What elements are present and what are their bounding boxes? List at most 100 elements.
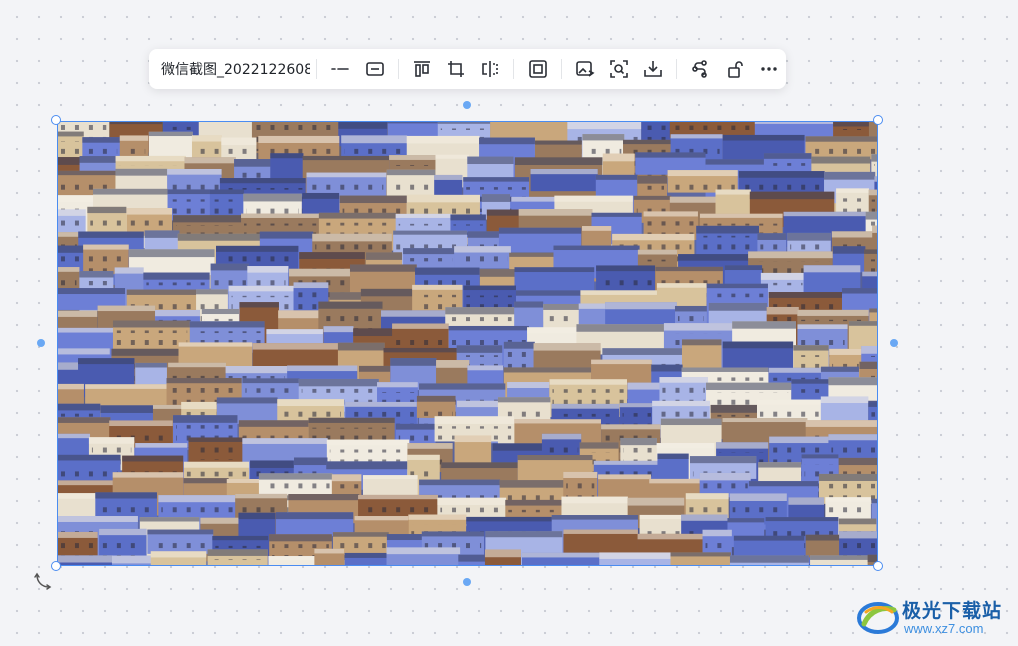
roof-ledge — [58, 288, 126, 295]
roof-ledge — [448, 325, 529, 331]
roof-ledge — [158, 495, 237, 503]
roof-ledge — [147, 529, 214, 535]
roof-ledge — [702, 529, 732, 537]
roof-ledge — [868, 189, 877, 196]
roof-ledge — [168, 362, 226, 368]
roof-ledge — [437, 122, 491, 124]
more-button[interactable] — [754, 53, 784, 85]
roof-ledge — [184, 157, 236, 164]
roof-ledge — [216, 397, 278, 404]
roof-ledge — [181, 401, 217, 410]
rotate-icon[interactable] — [34, 570, 54, 590]
roof-ledge — [434, 174, 463, 180]
roof-ledge — [515, 290, 581, 296]
roof-ledge — [221, 137, 257, 146]
roof-ledge — [848, 321, 877, 326]
connect-button[interactable] — [685, 53, 715, 85]
roof-ledge — [386, 534, 424, 541]
download-button[interactable] — [638, 53, 668, 85]
roof-ledge — [183, 478, 229, 484]
roof-ledge — [748, 481, 819, 487]
roof-ledge — [112, 320, 191, 328]
roof-ledge — [381, 310, 447, 317]
roof-ledge — [144, 230, 180, 238]
roof-ledge — [252, 343, 340, 350]
roof-ledge — [729, 493, 787, 501]
roof-ledge — [820, 396, 869, 404]
roof-ledge — [758, 462, 802, 468]
roof-ledge — [326, 439, 410, 446]
align-button[interactable] — [407, 53, 437, 85]
city-rooftops-photo — [58, 122, 877, 565]
frame-icon — [528, 60, 547, 78]
roof-ledge — [769, 436, 830, 444]
roof-ledge — [514, 157, 603, 166]
line-style-icon — [331, 68, 350, 70]
window-pattern — [153, 561, 204, 565]
image-search-button[interactable] — [604, 53, 634, 85]
flip-button[interactable] — [475, 53, 505, 85]
roof-ledge — [872, 225, 877, 233]
roof-ledge — [82, 137, 121, 143]
window-pattern — [419, 405, 453, 416]
roof-ledge — [757, 233, 787, 240]
roof-ledge — [670, 134, 723, 139]
roof-ledge — [435, 154, 469, 159]
roof-ledge — [58, 209, 86, 216]
line-style-button[interactable] — [325, 53, 355, 85]
roof-ledge — [514, 419, 601, 424]
roof-ledge — [681, 514, 728, 521]
roof-ledge — [655, 266, 723, 272]
roof-ledge — [699, 213, 783, 218]
roof-ledge — [591, 212, 642, 217]
roof-ledge — [312, 233, 392, 242]
crop-button[interactable] — [441, 53, 471, 85]
roof-ledge — [360, 288, 414, 297]
top-left-corner-handle[interactable] — [51, 115, 61, 125]
frame-button[interactable] — [522, 53, 552, 85]
unlock-button[interactable] — [720, 53, 750, 85]
roof-ledge — [437, 497, 507, 505]
roof-ledge — [135, 362, 167, 368]
roof-ledge — [445, 307, 515, 315]
roof-ledge — [189, 321, 265, 328]
roof-ledge — [331, 474, 362, 482]
left-edge-handle[interactable] — [37, 339, 45, 347]
roof-ledge — [386, 547, 461, 555]
roof-ledge — [298, 378, 379, 387]
roof-ledge — [219, 178, 306, 184]
selected-image[interactable] — [57, 121, 878, 566]
bottom-right-corner-handle[interactable] — [873, 561, 883, 571]
top-edge-handle[interactable] — [463, 101, 471, 109]
image-edit-button[interactable] — [570, 53, 600, 85]
roof-ledge — [498, 227, 582, 234]
roof-ledge — [507, 382, 550, 388]
border-button[interactable] — [360, 53, 390, 85]
roof-ledge — [509, 252, 554, 257]
roof-ledge — [403, 248, 456, 255]
roof-ledge — [601, 424, 661, 430]
roof-ledge — [828, 377, 877, 386]
roof-ledge — [738, 171, 825, 178]
roof-ledge — [88, 437, 135, 444]
roof-ledge — [582, 226, 612, 231]
roof-ledge — [277, 399, 345, 407]
roof-ledge — [289, 268, 352, 277]
top-right-corner-handle[interactable] — [873, 115, 883, 125]
roof-ledge — [722, 418, 808, 423]
roof-ledge — [699, 472, 751, 481]
roof-ledge — [824, 171, 876, 180]
roof-ledge — [126, 289, 197, 295]
roof-ledge — [358, 494, 438, 500]
roof-ledge — [791, 379, 830, 384]
toolbar-divider — [513, 59, 515, 79]
roof-ledge — [58, 232, 80, 237]
roof-ledge — [386, 169, 436, 176]
image-file-name[interactable]: 微信截图_2022122608... — [161, 59, 310, 79]
right-edge-handle[interactable] — [890, 339, 898, 347]
image-edit-icon — [575, 61, 595, 77]
roof-ledge — [242, 438, 328, 444]
bottom-edge-handle[interactable] — [463, 578, 471, 586]
roof-ledge — [832, 246, 866, 254]
roof-ledge — [58, 555, 113, 563]
